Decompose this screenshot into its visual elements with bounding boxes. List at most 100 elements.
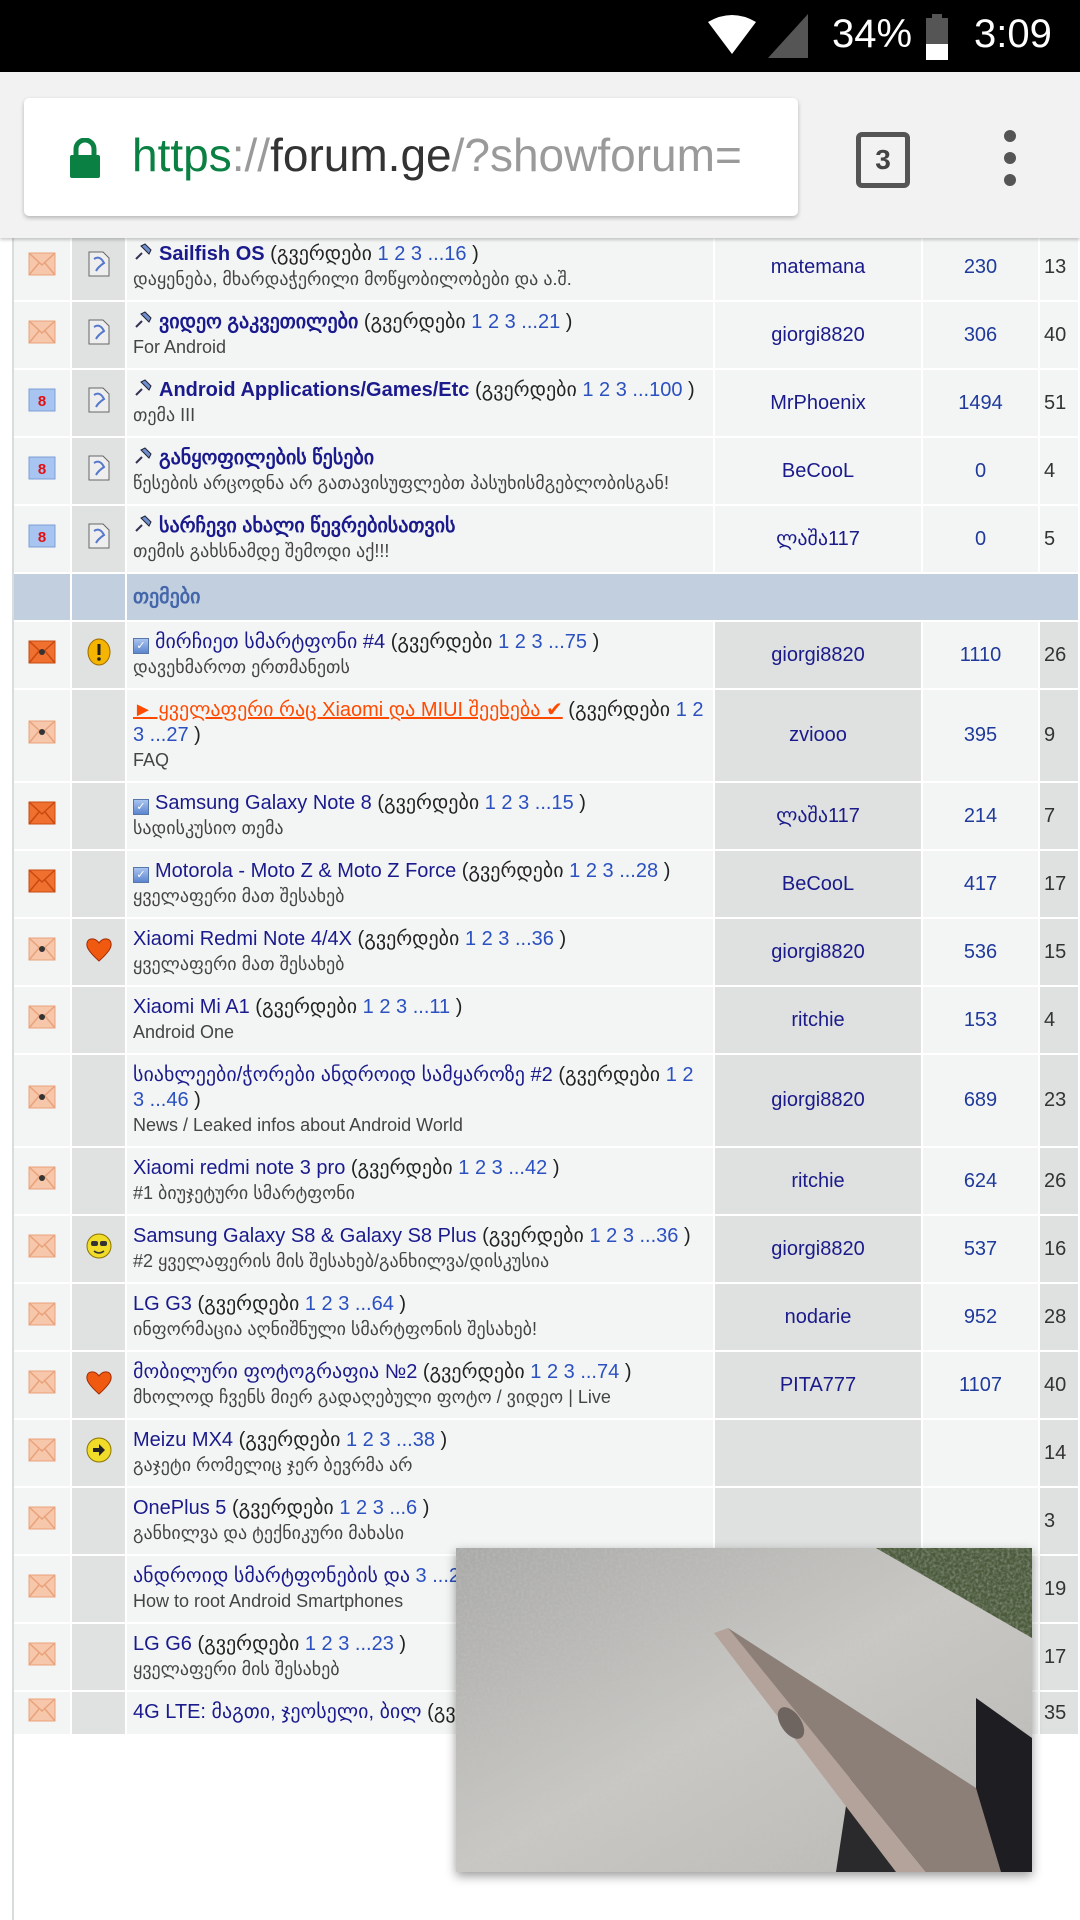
topic-title-link[interactable]: განყოფილების წესები [159, 447, 374, 469]
video-overlay[interactable] [456, 1548, 1032, 1872]
page-links[interactable]: 1 2 3 ...42 [458, 1157, 547, 1179]
svg-text:8: 8 [38, 393, 46, 410]
folder-icon [28, 1573, 56, 1597]
topic-icon-cell [72, 783, 125, 849]
page-links[interactable]: 1 2 3 ...36 [465, 928, 554, 950]
page-links[interactable]: 1 2 3 ...6 [339, 1497, 417, 1519]
topic-title-link[interactable]: Meizu MX4 [133, 1429, 233, 1451]
topic-title-link[interactable]: მირჩიეთ სმარტფონი #4 [155, 631, 385, 653]
tab-switcher-button[interactable]: 3 [856, 132, 910, 188]
page-links[interactable]: 1 2 3 ...28 [569, 860, 658, 882]
overflow-menu-icon[interactable] [1000, 130, 1020, 190]
topic-title-link[interactable]: Xiaomi redmi note 3 pro [133, 1157, 345, 1179]
topic-author[interactable]: giorgi8820 [715, 919, 921, 985]
page-links[interactable]: 1 2 3 ...100 [582, 379, 682, 401]
topic-author[interactable] [715, 1420, 921, 1486]
topic-title-link[interactable]: Android Applications/Games/Etc [159, 379, 469, 401]
topic-status-cell [14, 622, 70, 688]
topic-title-link[interactable]: LG G3 [133, 1293, 192, 1315]
page-links[interactable]: 1 2 3 ...23 [305, 1633, 394, 1655]
topic-cell: Sailfish OS (გვერდები 1 2 3 ...16 ) დაყენ… [127, 234, 713, 300]
topic-title-link[interactable]: Sailfish OS [159, 243, 265, 265]
pages-prefix: (გვერდები [461, 860, 564, 882]
topic-author[interactable]: giorgi8820 [715, 1216, 921, 1282]
topic-author[interactable]: BeCooL [715, 438, 921, 504]
topic-status-icon: ✓ [133, 638, 149, 654]
topic-title-link[interactable]: OnePlus 5 [133, 1497, 226, 1519]
view-count: 28 [1040, 1284, 1078, 1350]
topic-author[interactable]: ლაშა117 [715, 506, 921, 572]
topic-icon-cell [72, 690, 125, 781]
topic-title-link[interactable]: ანდროიდ სმარტფონების და [133, 1565, 410, 1587]
topic-status-cell [14, 783, 70, 849]
topic-title-link[interactable]: 4G LTE: მაგთი, ჯეოსელი, ბილ [133, 1701, 422, 1723]
reply-count: 689 [923, 1055, 1038, 1146]
topic-title-link[interactable]: Samsung Galaxy Note 8 [155, 792, 372, 814]
topic-row: ✓ Samsung Galaxy Note 8 (გვერდები 1 2 3 .… [14, 783, 1078, 849]
pages-prefix: (გვერდები [255, 996, 358, 1018]
view-count: 26 [1040, 1148, 1078, 1214]
topic-title-link[interactable]: Samsung Galaxy S8 & Galaxy S8 Plus [133, 1225, 477, 1247]
topic-cell: ► ყველაფერი რაც Xiaomi და MIUI შეეხება ✔… [127, 690, 713, 781]
pinned-topic-row: Sailfish OS (გვერდები 1 2 3 ...16 ) დაყენ… [14, 234, 1078, 300]
topic-author[interactable]: giorgi8820 [715, 1055, 921, 1146]
pages-suffix: ) [559, 928, 567, 950]
topic-title-link[interactable]: მობილური ფოტოგრაფია №2 [133, 1361, 417, 1383]
reply-count: 214 [923, 783, 1038, 849]
url-bar[interactable]: https://forum.ge/?showforum= [24, 98, 798, 216]
topic-icon-cell [72, 370, 125, 436]
topic-status-cell [14, 1148, 70, 1214]
topic-title-link[interactable]: ► ყველაფერი რაც Xiaomi და MIUI შეეხება ✔ [133, 699, 563, 721]
topic-title-link[interactable]: ვიდეო გაკვეთილები [159, 311, 358, 333]
topic-author[interactable]: matemana [715, 234, 921, 300]
pages-prefix: (გვერდები [363, 311, 466, 333]
url-path: /?showforum= [451, 129, 742, 181]
pages-suffix: ) [592, 631, 600, 653]
view-count: 51 [1040, 370, 1078, 436]
page-links[interactable]: 1 2 3 ...36 [589, 1225, 678, 1247]
page-links[interactable]: 1 2 3 ...16 [378, 243, 467, 265]
url-text[interactable]: https://forum.ge/?showforum= [132, 128, 782, 182]
topic-author[interactable]: giorgi8820 [715, 302, 921, 368]
topic-author[interactable]: BeCooL [715, 851, 921, 917]
topic-title-link[interactable]: სიახლეები/ჭორები ანდროიდ სამყაროზე #2 [133, 1064, 553, 1086]
topic-status-cell [14, 1420, 70, 1486]
topic-icon-cell [72, 234, 125, 300]
topic-author[interactable]: ritchie [715, 1148, 921, 1214]
view-count: 4 [1040, 987, 1078, 1053]
folder-icon [28, 1369, 56, 1393]
page-links[interactable]: 1 2 3 ...21 [471, 311, 560, 333]
topic-description: #2 ყველაფერის მის შესახებ/განხილვა/დისკუ… [133, 1251, 550, 1271]
page-links[interactable]: 1 2 3 ...64 [305, 1293, 394, 1315]
topic-title-link[interactable]: LG G6 [133, 1633, 192, 1655]
topic-author[interactable]: ritchie [715, 987, 921, 1053]
topic-status-cell [14, 690, 70, 781]
topic-title-link[interactable]: Motorola - Moto Z & Moto Z Force [155, 860, 456, 882]
page-links[interactable]: 1 2 3 ...74 [530, 1361, 619, 1383]
topic-author[interactable] [715, 1488, 921, 1554]
pinned-topic-row: 8 Android Applications/Games/Etc (გვერდებ… [14, 370, 1078, 436]
topic-title-link[interactable]: სარჩევი ახალი წევრებისათვის [159, 515, 455, 537]
topic-author[interactable]: zviooo [715, 690, 921, 781]
topic-author[interactable]: giorgi8820 [715, 622, 921, 688]
view-count: 15 [1040, 919, 1078, 985]
pages-suffix: ) [624, 1361, 632, 1383]
page-links[interactable]: 1 2 3 ...75 [498, 631, 587, 653]
topic-icon-cell [72, 506, 125, 572]
pinned-topic-row: ვიდეო გაკვეთილები (გვერდები 1 2 3 ...21 … [14, 302, 1078, 368]
topic-author[interactable]: nodarie [715, 1284, 921, 1350]
topic-description: გაჯეტი რომელიც ჯერ ბევრმა არ [133, 1455, 413, 1475]
header-blank [72, 574, 125, 620]
topic-title-link[interactable]: Xiaomi Mi A1 [133, 996, 250, 1018]
topic-author[interactable]: ლაშა117 [715, 783, 921, 849]
folder-icon [28, 1233, 56, 1257]
topic-status-cell [14, 1556, 70, 1622]
topic-author[interactable]: MrPhoenix [715, 370, 921, 436]
topic-author[interactable]: PITA777 [715, 1352, 921, 1418]
pages-suffix: ) [455, 996, 463, 1018]
page-links[interactable]: 1 2 3 ...11 [363, 996, 450, 1018]
topic-title-link[interactable]: Xiaomi Redmi Note 4/4X [133, 928, 352, 950]
view-count: 26 [1040, 622, 1078, 688]
page-links[interactable]: 1 2 3 ...15 [485, 792, 574, 814]
page-links[interactable]: 1 2 3 ...38 [346, 1429, 435, 1451]
